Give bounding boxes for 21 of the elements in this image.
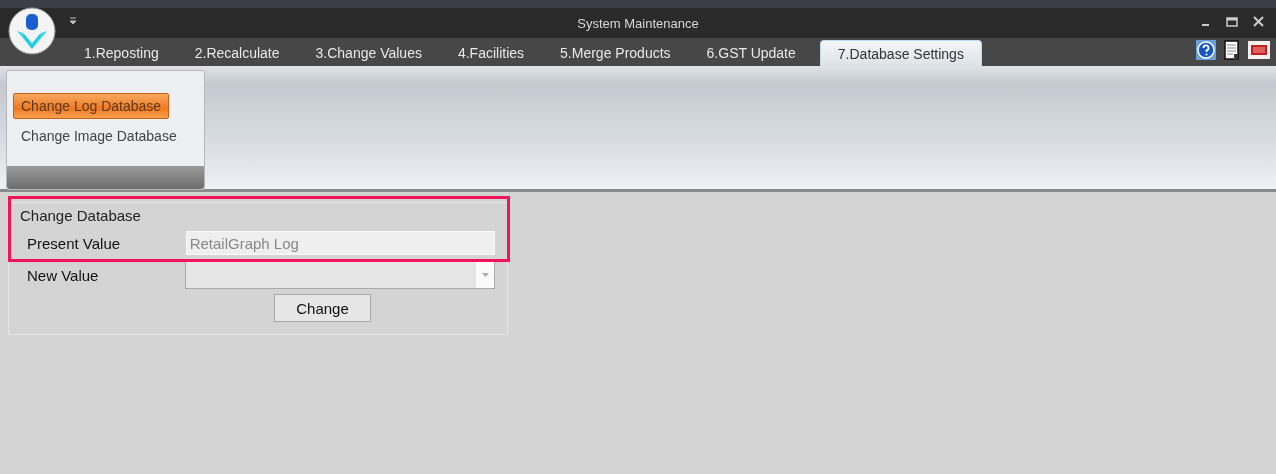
ribbon-item[interactable]: Change Image Database (13, 123, 185, 149)
document-icon[interactable] (1224, 40, 1240, 60)
tab[interactable]: 4.Facilities (439, 40, 543, 66)
tab[interactable]: 7.Database Settings (819, 40, 982, 66)
dropdown-icon[interactable] (69, 17, 77, 25)
ribbon-item[interactable]: Change Log Database (13, 93, 170, 119)
tab[interactable]: 3.Change Values (297, 40, 440, 66)
change-button[interactable]: Change (274, 294, 371, 322)
tab[interactable]: 1.Reposting (66, 40, 177, 66)
field-label: Present Value (26, 234, 122, 252)
close-icon[interactable] (1253, 16, 1264, 27)
tab[interactable]: 6.GST Update (688, 40, 814, 66)
tab[interactable]: 2.Recalculate (176, 40, 298, 66)
help-icon[interactable] (1196, 40, 1216, 60)
exit-sign-icon[interactable] (1248, 41, 1270, 59)
window-title: System Maintenance (577, 15, 699, 31)
maximize-icon[interactable] (1226, 16, 1238, 27)
group-title: Change Database (20, 207, 142, 224)
tab[interactable]: 5.Merge Products (542, 40, 689, 66)
new-value-dropdown[interactable] (185, 261, 495, 289)
field-label: New Value (26, 266, 100, 284)
